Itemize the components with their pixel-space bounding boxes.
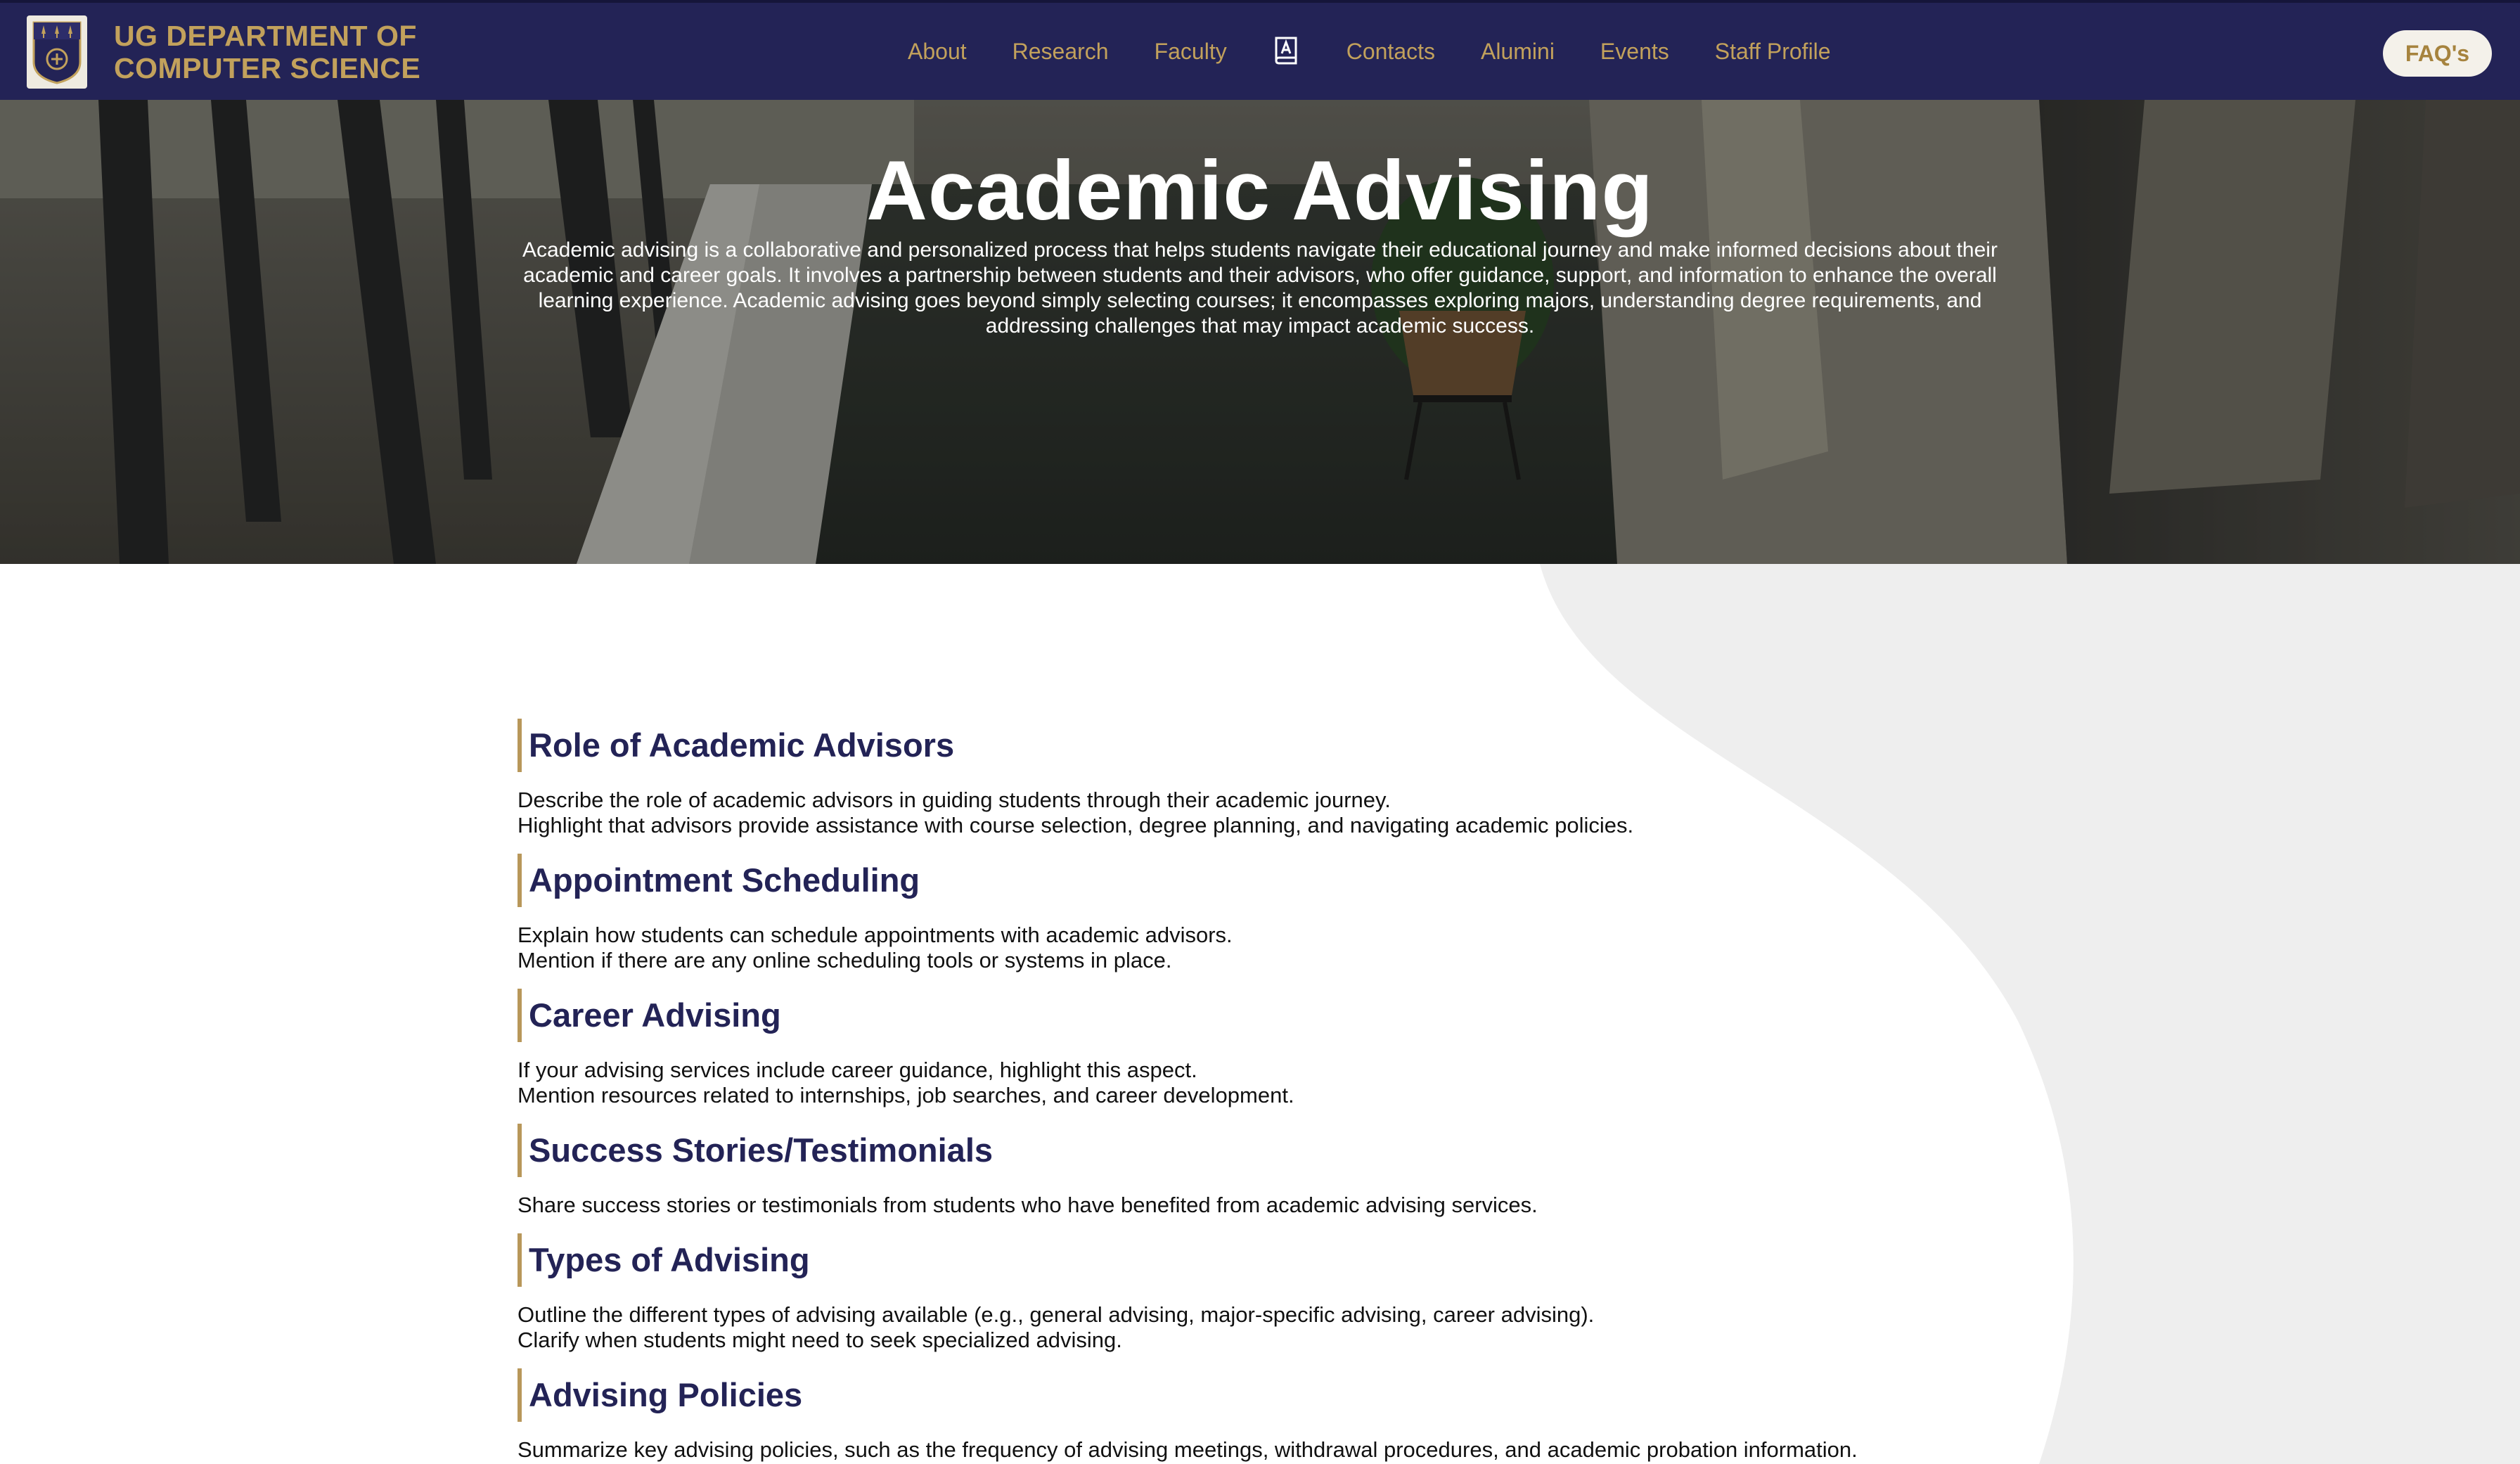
hero-banner: Academic Advising Academic advising is a… [0,100,2520,564]
nav-alumini[interactable]: Alumini [1481,39,1555,65]
university-crest-icon [27,15,87,89]
section-heading: Appointment Scheduling [518,854,1994,907]
nav-about[interactable]: About [908,39,967,65]
faq-button[interactable]: FAQ's [2383,30,2492,77]
section-line: Explain how students can schedule appoin… [518,923,1233,947]
nav-faculty[interactable]: Faculty [1155,39,1227,65]
section-line: If your advising services include career… [518,1058,1197,1082]
book-a-icon[interactable] [1273,35,1301,68]
section-heading: Advising Policies [518,1368,1994,1422]
nav-events[interactable]: Events [1600,39,1669,65]
section-line: Highlight that advisors provide assistan… [518,813,1634,837]
section-heading: Success Stories/Testimonials [518,1124,1994,1177]
section-line: Describe the role of academic advisors i… [518,788,1391,812]
hero-description: Academic advising is a collaborative and… [522,238,1998,338]
brand-title: UG DEPARTMENT OF COMPUTER SCIENCE [114,20,420,84]
section-appointment-scheduling: Appointment Scheduling Explain how stude… [518,854,1994,973]
section-line: Clarify when students might need to seek… [518,1328,1122,1352]
nav-staff-profile[interactable]: Staff Profile [1715,39,1831,65]
section-line: Outline the different types of advising … [518,1302,1595,1327]
section-body: Describe the role of academic advisors i… [518,788,1994,838]
section-line: Share success stories or testimonials fr… [518,1193,1538,1217]
page-title: Academic Advising [866,143,1654,238]
section-line: Mention if there are any online scheduli… [518,948,1172,972]
nav-research[interactable]: Research [1012,39,1109,65]
section-career-advising: Career Advising If your advising service… [518,989,1994,1108]
advising-content: Role of Academic Advisors Describe the r… [518,719,1994,1464]
section-heading: Role of Academic Advisors [518,719,1994,772]
brand-line-2: COMPUTER SCIENCE [114,52,421,84]
top-navbar: UG DEPARTMENT OF COMPUTER SCIENCE About … [0,0,2520,100]
section-success-stories: Success Stories/Testimonials Share succe… [518,1124,1994,1218]
section-heading: Types of Advising [518,1233,1994,1287]
section-body: Explain how students can schedule appoin… [518,923,1994,973]
section-types-of-advising: Types of Advising Outline the different … [518,1233,1994,1353]
section-advising-policies: Advising Policies Summarize key advising… [518,1368,1994,1463]
section-body: Summarize key advising policies, such as… [518,1437,1994,1463]
main-nav: About Research Faculty Contacts Alumini … [908,29,1877,74]
section-heading: Career Advising [518,989,1994,1042]
brand-line-1: UG DEPARTMENT OF [114,20,417,52]
nav-contacts[interactable]: Contacts [1346,39,1435,65]
section-body: If your advising services include career… [518,1058,1994,1108]
section-body: Share success stories or testimonials fr… [518,1193,1994,1218]
page: UG DEPARTMENT OF COMPUTER SCIENCE About … [0,0,2520,1464]
section-role-of-advisors: Role of Academic Advisors Describe the r… [518,719,1994,838]
section-body: Outline the different types of advising … [518,1302,1994,1353]
brand[interactable]: UG DEPARTMENT OF COMPUTER SCIENCE [27,15,420,89]
section-line: Summarize key advising policies, such as… [518,1437,1858,1462]
section-line: Mention resources related to internships… [518,1083,1294,1107]
